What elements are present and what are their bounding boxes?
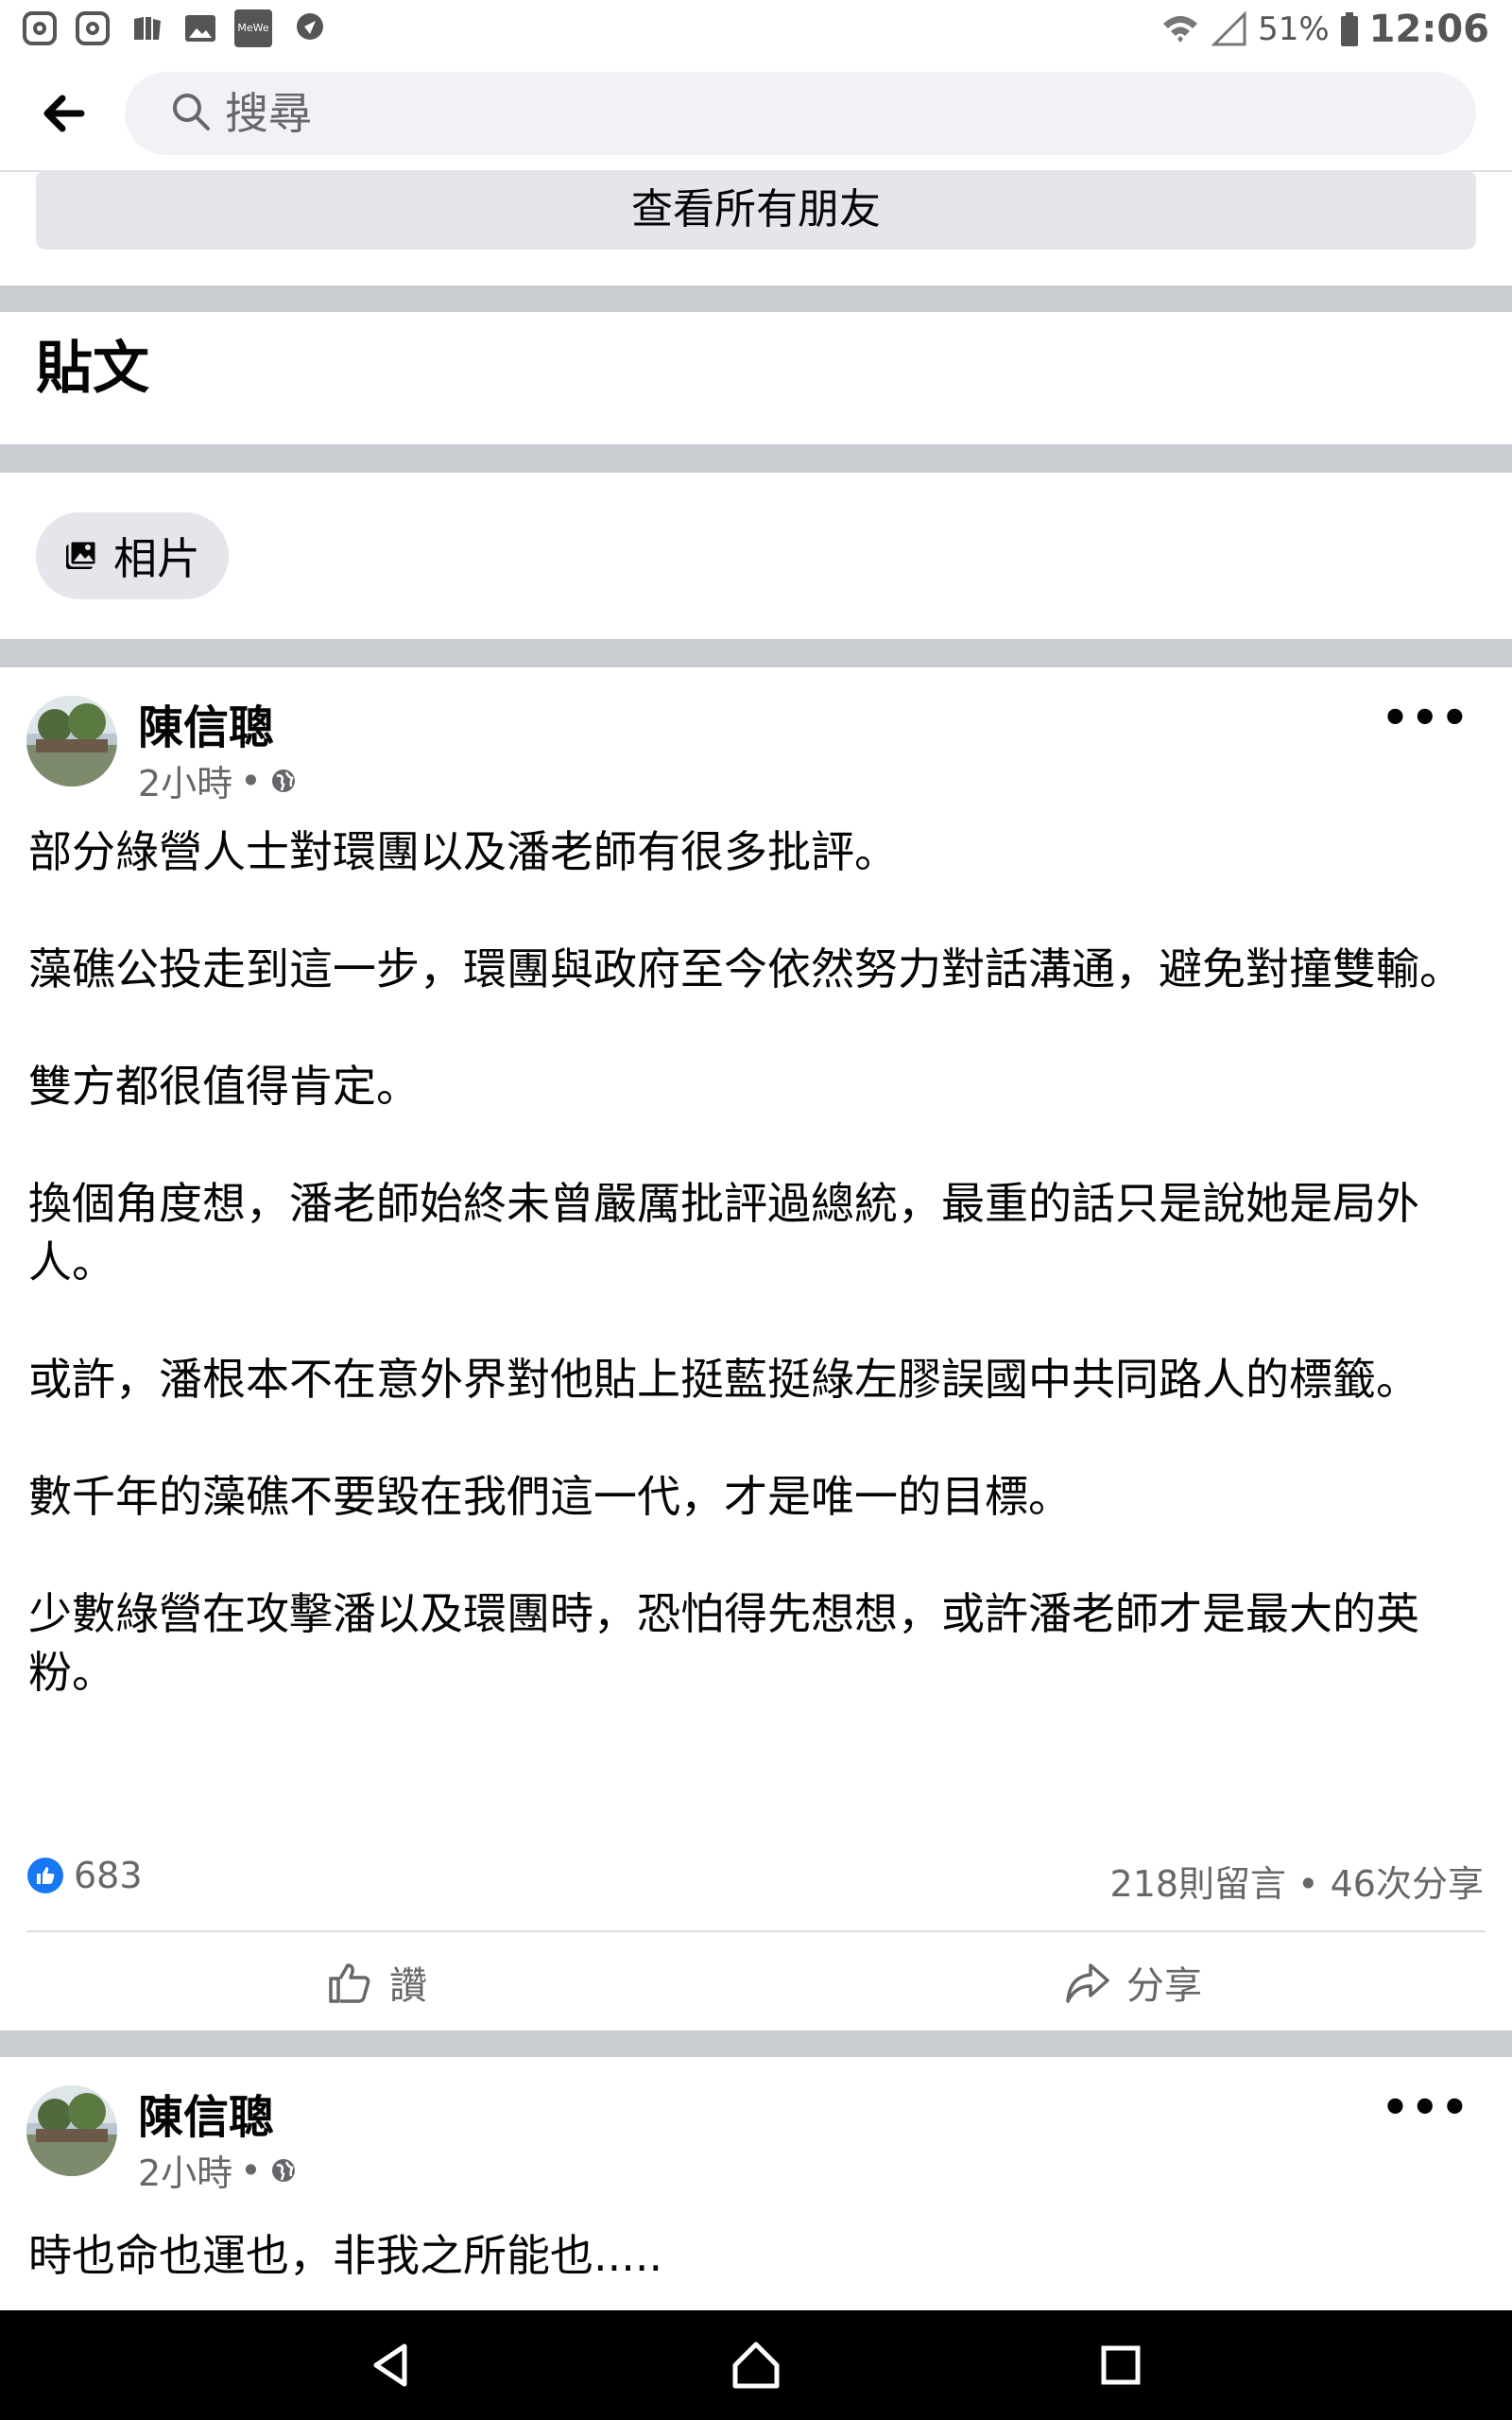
share-label: 分享 (1126, 1964, 1202, 2008)
home-nav-icon[interactable] (728, 2337, 784, 2394)
post-card: 陳信聰 2小時 • ••• 部分綠營人士對環團以及潘老師有很多批評。 藻礁公投走… (0, 667, 1512, 2031)
post-text: 時也命也運也，非我之所能也..... (28, 2230, 663, 2281)
globe-icon (271, 769, 295, 792)
back-arrow-icon[interactable] (36, 85, 93, 142)
post-text: 部分綠營人士對環團以及潘老師有很多批評。 藻礁公投走到這一步，環團與政府至今依然… (28, 822, 1484, 1702)
post-time[interactable]: 2小時 (138, 754, 232, 806)
share-button[interactable]: 分享 (1062, 1932, 1202, 2032)
location-app-icon (291, 9, 329, 47)
meta-separator: • (240, 2149, 262, 2191)
post-author[interactable]: 陳信聰 (138, 690, 274, 756)
post-paragraph: 部分綠營人士對環團以及潘老師有很多批評。 (28, 826, 898, 877)
section-divider (0, 639, 1512, 667)
battery-icon (1340, 12, 1358, 46)
post-paragraph: 數千年的藻礁不要毀在我們這一代，才是唯一的目標。 (28, 1471, 1072, 1522)
post-paragraph: 雙方都很值得肯定。 (28, 1061, 420, 1112)
post-paragraph: 藻礁公投走到這一步，環團與政府至今依然努力對話溝通，避免對撞雙輸。 (28, 943, 1463, 994)
like-count: 683 (74, 1855, 143, 1896)
search-icon (173, 94, 210, 130)
post-paragraph: 少數綠營在攻擊潘以及環團時，恐怕得先想想，或許潘老師才是最大的英粉。 (28, 1588, 1419, 1698)
status-bar: MeWe 51% 12:06 (0, 0, 1512, 59)
mewe-icon: MeWe (234, 9, 272, 47)
clock: 12:06 (1368, 8, 1489, 51)
post-meta: 2小時 • (138, 2144, 298, 2196)
wifi-icon (1163, 16, 1198, 43)
post-action-bar: 讚 分享 (26, 1930, 1486, 2032)
recents-nav-icon[interactable] (1092, 2337, 1149, 2394)
search-placeholder: 搜尋 (225, 88, 312, 139)
books-icon (129, 9, 166, 47)
globe-icon (271, 2158, 295, 2182)
system-navigation-bar (0, 2310, 1512, 2420)
post-paragraph: 換個角度想，潘老師始終未曾嚴厲批評過總統，最重的話只是說她是局外人。 (28, 1178, 1419, 1288)
section-divider (0, 2031, 1512, 2057)
avatar[interactable] (26, 2085, 117, 2176)
thumbs-up-icon (329, 1963, 370, 2003)
signal-icon (1211, 10, 1246, 46)
share-icon (1066, 1963, 1109, 2003)
post-author[interactable]: 陳信聰 (138, 2080, 274, 2146)
post-more-options-icon[interactable]: ••• (1382, 692, 1470, 743)
post-more-options-icon[interactable]: ••• (1382, 2082, 1470, 2133)
search-input[interactable]: 搜尋 (125, 72, 1476, 155)
posts-section-title: 貼文 (36, 336, 149, 402)
mewe-label: MeWe (237, 22, 269, 34)
photos-filter-button[interactable]: 相片 (36, 512, 229, 599)
avatar[interactable] (26, 696, 117, 786)
section-divider (0, 444, 1512, 473)
photos-icon (66, 539, 98, 569)
reaction-summary[interactable]: 683 (26, 1855, 143, 1896)
section-divider (0, 285, 1512, 312)
comments-shares-count[interactable]: 218則留言 • 46次分享 (1110, 1855, 1484, 1907)
post-paragraph: 或許，潘根本不在意外界對他貼上挺藍挺綠左膠誤國中共同路人的標籤。 (28, 1354, 1419, 1405)
battery-percentage: 51% (1258, 10, 1330, 48)
post-time[interactable]: 2小時 (138, 2144, 232, 2196)
status-indicators: 51% 12:06 (1160, 0, 1489, 59)
gallery-icon (181, 9, 219, 47)
search-header: 搜尋 (0, 59, 1512, 172)
instagram-icon (23, 11, 57, 45)
like-reaction-icon (27, 1858, 63, 1893)
post-meta: 2小時 • (138, 754, 298, 806)
back-nav-icon[interactable] (363, 2337, 420, 2394)
like-label: 讚 (389, 1964, 427, 2008)
instagram-icon (76, 11, 110, 45)
see-all-friends-button[interactable]: 查看所有朋友 (36, 170, 1476, 250)
photos-filter-label: 相片 (113, 533, 200, 584)
like-button[interactable]: 讚 (325, 1932, 427, 2032)
meta-separator: • (240, 759, 262, 802)
